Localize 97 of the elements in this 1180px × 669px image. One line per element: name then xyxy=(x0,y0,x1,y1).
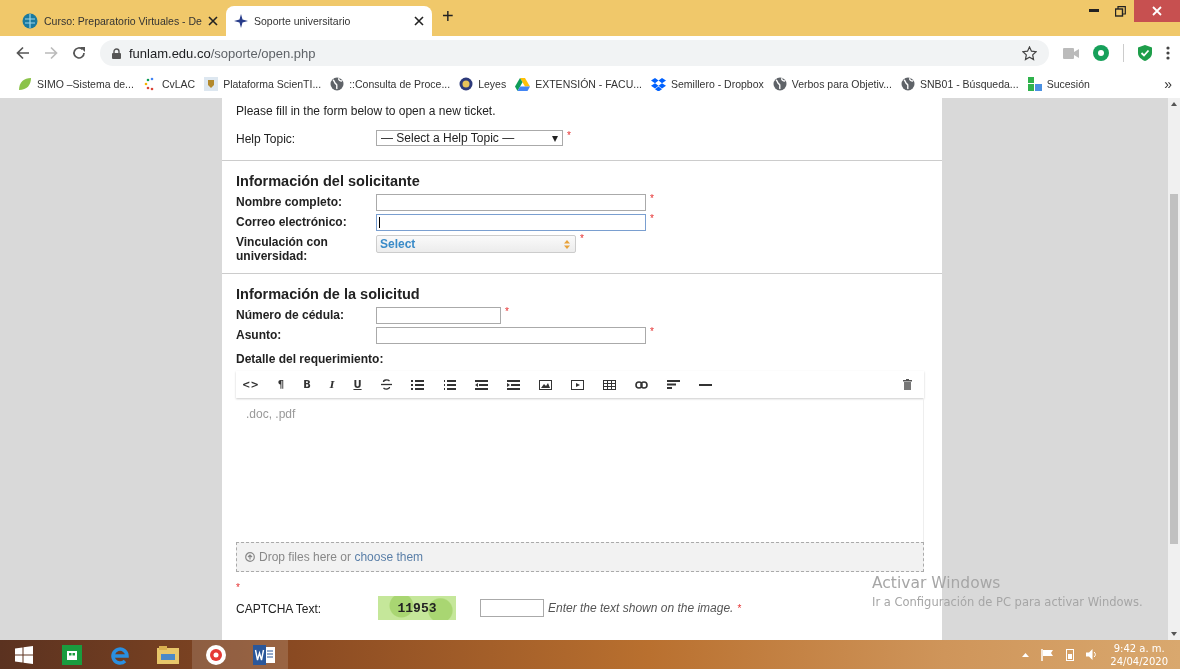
required-mark: * xyxy=(650,193,654,204)
bookmark[interactable]: Semillero - Dropbox xyxy=(650,77,764,91)
field-label: CAPTCHA Text: xyxy=(236,601,323,616)
required-mark: * xyxy=(580,233,584,244)
browser-tab[interactable]: Soporte universitario xyxy=(226,6,432,36)
drive-icon xyxy=(515,77,531,91)
link-icon[interactable] xyxy=(634,380,648,389)
blocks-icon xyxy=(1027,77,1042,91)
bulleted-list-icon[interactable] xyxy=(410,379,424,390)
windows-icon[interactable] xyxy=(15,645,33,664)
toolbar-button[interactable]: ¶ xyxy=(277,379,285,390)
text-field[interactable] xyxy=(376,194,646,211)
toolbar-button[interactable]: <> xyxy=(242,379,259,390)
toolbar-button[interactable]: U xyxy=(353,379,362,390)
image-icon[interactable] xyxy=(538,379,552,390)
close-window-button[interactable] xyxy=(1134,0,1180,22)
bookmark[interactable]: Verbos para Objetiv... xyxy=(772,77,892,91)
select-dropdown[interactable]: — Select a Help Topic — ▾ xyxy=(376,130,563,146)
strikethrough-icon[interactable] xyxy=(380,379,392,390)
captcha-field[interactable] xyxy=(480,599,544,617)
field-label: Detalle del requerimiento: xyxy=(236,352,385,366)
globe-icon xyxy=(900,77,915,91)
toolbar-button[interactable]: B xyxy=(303,379,311,390)
field-label: Correo electrónico: xyxy=(236,214,348,229)
leaf-icon xyxy=(18,77,32,91)
seal-icon xyxy=(459,77,474,91)
section-heading: Información de la solicitud xyxy=(236,286,421,302)
toolbar-button[interactable]: I xyxy=(329,379,335,390)
section-heading: Información del solicitante xyxy=(236,173,421,189)
emblem-icon xyxy=(204,77,219,91)
star-icon[interactable] xyxy=(1022,45,1037,61)
bookmark[interactable]: Sucesión xyxy=(1027,77,1090,91)
back-icon[interactable] xyxy=(16,46,30,60)
text-field[interactable] xyxy=(376,327,646,344)
drop-text: Drop files here or choose them xyxy=(259,550,424,564)
globe-icon xyxy=(22,13,38,29)
intro-text: Please fill in the form below to open a new ticket. xyxy=(236,104,497,118)
activation-title: Activar Windows xyxy=(872,574,1002,592)
text-field[interactable] xyxy=(376,307,501,324)
browser-tab[interactable]: Curso: Preparatorio Virtuales - De xyxy=(14,6,226,36)
bookmark[interactable]: SIMO –Sistema de... xyxy=(18,77,134,91)
menu-icon[interactable] xyxy=(1166,46,1170,60)
numbered-list-icon[interactable] xyxy=(442,379,456,390)
upload-icon xyxy=(245,552,255,562)
required-mark: * xyxy=(650,326,654,337)
updown-icon xyxy=(564,239,570,249)
globe-icon xyxy=(330,77,345,91)
bookmark[interactable]: Leyes xyxy=(459,77,507,91)
lock-icon xyxy=(112,47,121,59)
scroll-up-icon[interactable] xyxy=(1171,102,1177,106)
globe-icon xyxy=(772,77,787,91)
new-tab-button[interactable]: + xyxy=(442,4,454,28)
close-icon[interactable] xyxy=(414,16,424,26)
drop-zone[interactable]: Drop files here or choose them xyxy=(236,542,924,572)
tab-title: Soporte universitario xyxy=(254,15,352,27)
video-icon[interactable] xyxy=(570,379,584,390)
required-mark: * xyxy=(650,213,654,224)
field-label: Nombre completo: xyxy=(236,194,343,209)
placeholder-text: .doc, .pdf xyxy=(246,407,296,421)
captcha-image: 11953 xyxy=(378,596,456,620)
more-bookmarks-button[interactable]: » xyxy=(1164,76,1172,92)
choose-files-link[interactable]: choose them xyxy=(354,550,424,564)
bookmark[interactable]: EXTENSIÓN - FACU... xyxy=(515,77,642,91)
address-bar[interactable]: funlam.edu.co/soporte/open.php xyxy=(100,40,1049,66)
field-label: Asunto: xyxy=(236,327,283,342)
dropbox-icon xyxy=(650,77,666,91)
required-mark: * xyxy=(236,582,240,593)
indent-icon[interactable] xyxy=(506,379,520,390)
field-label: Número de cédula: xyxy=(236,307,346,322)
table-icon[interactable] xyxy=(602,379,616,390)
align-left-icon[interactable] xyxy=(666,380,680,389)
shield-icon[interactable] xyxy=(1138,45,1152,61)
bookmark[interactable]: CvLAC xyxy=(142,77,196,91)
bookmark[interactable]: Plataforma ScienTI... xyxy=(204,77,322,91)
tab-title: Curso: Preparatorio Virtuales - De xyxy=(44,15,202,27)
extension-icon[interactable] xyxy=(1093,45,1109,61)
minimize-icon[interactable] xyxy=(1089,9,1099,13)
star-icon xyxy=(234,14,248,28)
field-label: Help Topic: xyxy=(236,131,297,146)
bookmark[interactable]: ::Consulta de Proce... xyxy=(330,77,451,91)
field-label: Vinculación con universidad: xyxy=(236,234,329,263)
reload-icon[interactable] xyxy=(72,46,86,60)
captcha-hint: Enter the text shown on the image. xyxy=(548,601,734,615)
scroll-down-icon[interactable] xyxy=(1171,632,1177,636)
horizontal-rule-icon[interactable] xyxy=(698,383,712,386)
bookmark[interactable]: SNB01 - Búsqueda... xyxy=(900,77,1019,91)
url-text: funlam.edu.co/soporte/open.php xyxy=(129,45,316,61)
scrollbar[interactable] xyxy=(1168,98,1180,640)
required-mark: * xyxy=(737,602,742,614)
word-icon[interactable] xyxy=(240,640,288,669)
close-icon[interactable] xyxy=(208,16,218,26)
text-field[interactable] xyxy=(376,214,646,231)
trash-icon[interactable] xyxy=(903,379,912,390)
required-mark: * xyxy=(505,306,509,317)
restore-icon[interactable] xyxy=(1115,5,1126,17)
required-mark: * xyxy=(567,130,571,141)
outdent-icon[interactable] xyxy=(474,379,488,390)
